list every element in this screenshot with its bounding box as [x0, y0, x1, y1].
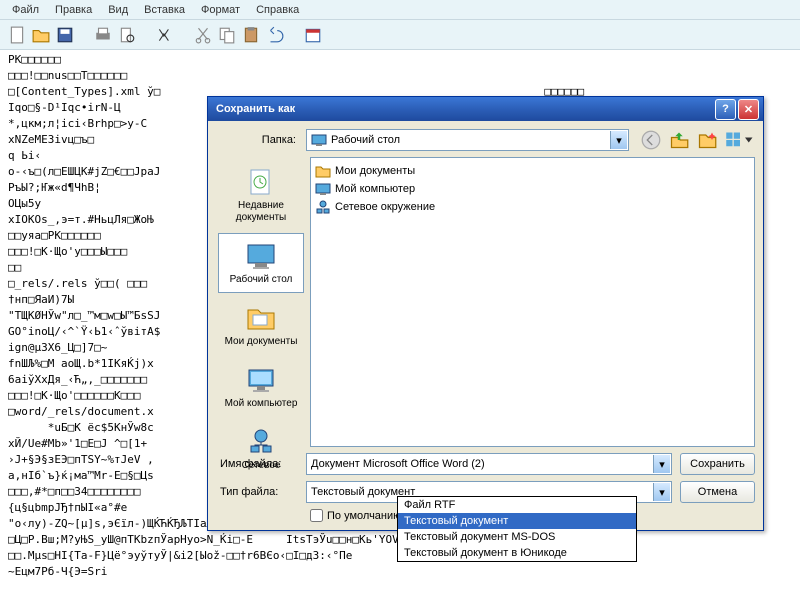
file-label: Сетевое окружение — [335, 201, 435, 213]
filename-label: Имя файла: — [216, 458, 306, 470]
docs-icon — [245, 302, 277, 334]
desktop-icon — [311, 132, 327, 148]
computer-icon — [245, 364, 277, 396]
filetype-dropdown[interactable]: Файл RTFТекстовый документТекстовый доку… — [397, 496, 637, 562]
print-icon[interactable] — [94, 26, 112, 44]
undo-icon[interactable] — [266, 26, 284, 44]
dropdown-item[interactable]: Текстовый документ — [398, 513, 636, 529]
place-label: Мои документы — [225, 336, 298, 348]
menu-file[interactable]: Файл — [4, 2, 47, 18]
filename-value: Документ Microsoft Office Word (2) — [311, 458, 667, 470]
save-icon[interactable] — [56, 26, 74, 44]
up-icon[interactable] — [669, 130, 689, 150]
file-list[interactable]: Мои документы Мой компьютер Сетевое окруже… — [310, 157, 755, 447]
chevron-down-icon[interactable]: ▾ — [653, 455, 670, 473]
place-label: Недавние документы — [221, 200, 301, 224]
dialog-titlebar[interactable]: Сохранить как ? ✕ — [208, 97, 763, 121]
file-item[interactable]: Сетевое окружение — [315, 198, 750, 216]
desktop-icon — [245, 240, 277, 272]
places-bar: Недавние документы Рабочий стол Мои докуме… — [216, 157, 306, 447]
place-desktop[interactable]: Рабочий стол — [218, 233, 304, 293]
place-docs[interactable]: Мои документы — [218, 295, 304, 355]
cancel-button[interactable]: Отмена — [680, 481, 755, 503]
paste-icon[interactable] — [242, 26, 260, 44]
recent-icon — [245, 166, 277, 198]
new-icon[interactable] — [8, 26, 26, 44]
back-icon[interactable] — [641, 130, 661, 150]
default-label: По умолчанию — [327, 510, 401, 522]
views-icon[interactable] — [725, 130, 755, 150]
dropdown-item[interactable]: Текстовый документ MS-DOS — [398, 529, 636, 545]
file-item[interactable]: Мои документы — [315, 162, 750, 180]
help-button[interactable]: ? — [715, 99, 736, 120]
place-recent[interactable]: Недавние документы — [218, 159, 304, 231]
save-button[interactable]: Сохранить — [680, 453, 755, 475]
datetime-icon[interactable] — [304, 26, 322, 44]
file-label: Мои документы — [335, 165, 415, 177]
newfolder-icon[interactable] — [697, 130, 717, 150]
menubar: Файл Правка Вид Вставка Формат Справка — [0, 0, 800, 20]
file-label: Мой компьютер — [335, 183, 415, 195]
computer-sm-icon — [315, 181, 331, 197]
filename-combo[interactable]: Документ Microsoft Office Word (2) ▾ — [306, 453, 672, 475]
network-sm-icon — [315, 199, 331, 215]
menu-insert[interactable]: Вставка — [136, 2, 193, 18]
default-checkbox[interactable] — [310, 509, 323, 522]
file-item[interactable]: Мой компьютер — [315, 180, 750, 198]
filetype-label: Тип файла: — [216, 486, 306, 498]
place-computer[interactable]: Мой компьютер — [218, 357, 304, 417]
dropdown-item[interactable]: Текстовый документ в Юникоде — [398, 545, 636, 561]
folder-icon — [315, 163, 331, 179]
place-label: Рабочий стол — [230, 274, 293, 286]
preview-icon[interactable] — [118, 26, 136, 44]
chevron-down-icon[interactable]: ▾ — [653, 483, 670, 501]
open-icon[interactable] — [32, 26, 50, 44]
save-as-dialog: Сохранить как ? ✕ Папка: Рабочий стол ▾ … — [207, 96, 764, 531]
dropdown-item[interactable]: Файл RTF — [398, 497, 636, 513]
close-button[interactable]: ✕ — [738, 99, 759, 120]
menu-format[interactable]: Формат — [193, 2, 248, 18]
toolbar — [0, 20, 800, 50]
find-icon[interactable] — [156, 26, 174, 44]
copy-icon[interactable] — [218, 26, 236, 44]
folder-value: Рабочий стол — [331, 134, 624, 146]
dialog-title: Сохранить как — [212, 103, 713, 115]
menu-edit[interactable]: Правка — [47, 2, 100, 18]
menu-view[interactable]: Вид — [100, 2, 136, 18]
folder-label: Папка: — [216, 134, 306, 146]
chevron-down-icon[interactable]: ▾ — [610, 131, 627, 149]
folder-combo[interactable]: Рабочий стол ▾ — [306, 129, 629, 151]
place-label: Мой компьютер — [225, 398, 298, 410]
menu-help[interactable]: Справка — [248, 2, 307, 18]
cut-icon[interactable] — [194, 26, 212, 44]
